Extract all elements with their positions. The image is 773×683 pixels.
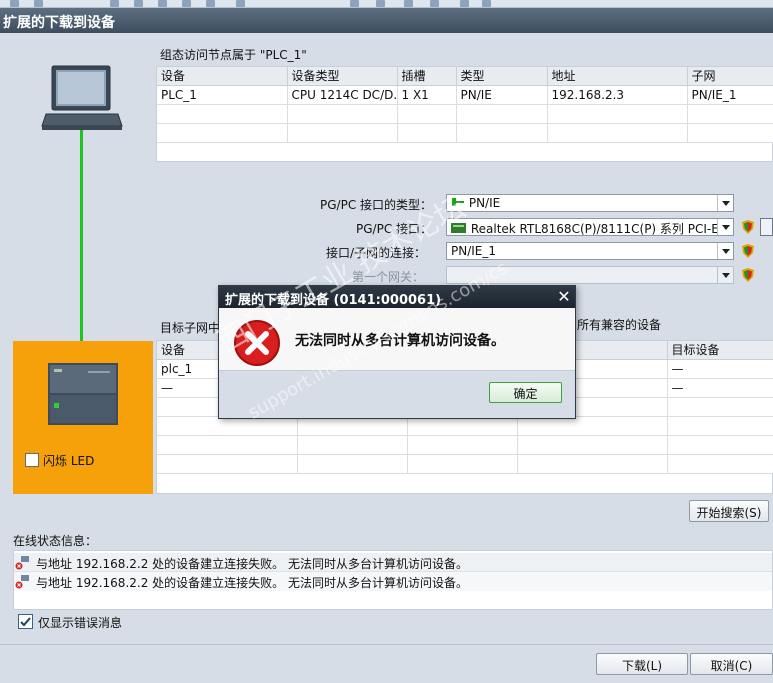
column-header[interactable]: 插槽 — [397, 67, 457, 86]
chevron-down-icon[interactable] — [717, 219, 733, 235]
table-header-row: 设备 设备类型 插槽 类型 地址 子网 — [157, 67, 773, 86]
toolbar-icon[interactable] — [34, 0, 43, 7]
error-dialog: 扩展的下载到设备 (0141:000061) ✕ 无法同时从多台计算机访问设备。… — [218, 285, 576, 419]
ok-button[interactable]: 确定 — [489, 382, 562, 403]
network-icon — [452, 198, 464, 206]
toolbar-icon[interactable] — [236, 0, 245, 7]
dialog-body: 无法同时从多台计算机访问设备。 — [219, 308, 575, 370]
error-icon — [234, 320, 280, 366]
compatible-devices-heading: 所有兼容的设备 — [577, 318, 662, 332]
pgpc-type-label: PG/PC 接口的类型： — [320, 198, 433, 212]
cancel-button[interactable]: 取消(C) — [690, 653, 773, 675]
toolbar-icon[interactable] — [134, 0, 143, 7]
flash-led-checkbox[interactable] — [25, 453, 39, 467]
flash-led-label: 闪烁 LED — [43, 454, 95, 468]
network-card-icon — [451, 223, 466, 233]
column-header[interactable]: 设备类型 — [287, 67, 398, 86]
table-cell: PLC_1 — [157, 85, 288, 105]
pgpc-interface-value: Realtek RTL8168C(P)/8111C(P) 系列 PCI-E 千.… — [470, 222, 734, 236]
table-cell: 192.168.2.3 — [547, 85, 688, 105]
toolbar-icon[interactable] — [350, 0, 359, 7]
toolbar-icon[interactable] — [10, 0, 19, 7]
table-cell: — — [667, 378, 773, 398]
only-errors-label: 仅显示错误消息 — [38, 616, 123, 630]
toolbar-icon[interactable] — [376, 0, 385, 7]
checkmark-icon — [20, 617, 31, 627]
table-cell: PN/IE — [456, 85, 548, 105]
column-header[interactable]: 目标设备 — [667, 341, 773, 360]
laptop-icon — [41, 65, 123, 130]
column-header[interactable]: 设备 — [157, 67, 288, 86]
toolbar-icon[interactable] — [182, 0, 191, 7]
pgpc-interface-select[interactable]: Realtek RTL8168C(P)/8111C(P) 系列 PCI-E 千.… — [446, 218, 734, 236]
subnet-connection-select[interactable]: PN/IE_1 — [446, 242, 734, 260]
shield-icon[interactable] — [740, 267, 756, 283]
column-header[interactable]: 地址 — [547, 67, 688, 86]
plc-icon — [48, 363, 118, 425]
target-device-panel: 闪烁 LED — [13, 341, 153, 494]
pgpc-type-select[interactable]: PN/IE — [446, 194, 734, 212]
list-item[interactable]: 与地址 192.168.2.2 处的设备建立连接失败。 无法同时从多台计算机访问… — [14, 553, 772, 572]
error-connection-icon — [15, 556, 29, 570]
toolbar-icon[interactable] — [404, 0, 413, 7]
table-cell: CPU 1214C DC/D... — [287, 85, 398, 105]
column-header[interactable]: 子网 — [687, 67, 773, 86]
pgpc-interface-label: PG/PC 接口： — [356, 222, 433, 236]
dialog-title: 扩展的下载到设备 (0141:000061) — [219, 286, 575, 308]
chevron-down-icon[interactable] — [717, 195, 733, 211]
table-row[interactable]: PLC_1 CPU 1214C DC/D... 1 X1 PN/IE 192.1… — [157, 85, 773, 105]
toolbar-icon[interactable] — [206, 0, 215, 7]
toolbar-strip — [0, 0, 773, 8]
toolbar-icon[interactable] — [460, 0, 469, 7]
close-icon[interactable]: ✕ — [555, 288, 573, 306]
config-table: 设备 设备类型 插槽 类型 地址 子网 PLC_1 CPU 1214C DC/D… — [157, 67, 773, 143]
window-title: 扩展的下载到设备 — [0, 8, 773, 33]
download-button[interactable]: 下载(L) — [596, 653, 688, 675]
only-errors-checkbox[interactable] — [18, 614, 33, 629]
table-cell: 1 X1 — [397, 85, 457, 105]
toolbar-icon[interactable] — [482, 0, 491, 7]
status-list: 与地址 192.168.2.2 处的设备建立连接失败。 无法同时从多台计算机访问… — [13, 550, 773, 610]
dialog-message: 无法同时从多台计算机访问设备。 — [295, 333, 505, 349]
pgpc-type-value: PN/IE — [468, 196, 501, 210]
status-heading: 在线状态信息： — [13, 534, 98, 548]
config-heading: 组态访问节点属于 "PLC_1" — [160, 48, 307, 62]
list-item[interactable]: 与地址 192.168.2.2 处的设备建立连接失败。 无法同时从多台计算机访问… — [14, 572, 772, 591]
divider — [0, 644, 773, 645]
shield-icon[interactable] — [740, 243, 756, 259]
table-cell: PN/IE_1 — [687, 85, 773, 105]
config-table-container: 设备 设备类型 插槽 类型 地址 子网 PLC_1 CPU 1214C DC/D… — [156, 66, 773, 162]
shield-icon[interactable] — [740, 219, 756, 235]
error-connection-icon — [15, 575, 29, 589]
subnet-connection-label: 接口/子网的连接： — [326, 246, 427, 260]
gateway-label: 第一个网关： — [352, 270, 425, 284]
toolbar-icon[interactable] — [110, 0, 119, 7]
gateway-select[interactable] — [446, 266, 734, 284]
target-subnet-heading: 目标子网中 — [160, 321, 221, 335]
toolbar-icon[interactable] — [158, 0, 167, 7]
status-message: 与地址 192.168.2.2 处的设备建立连接失败。 无法同时从多台计算机访问… — [36, 557, 468, 571]
properties-icon[interactable] — [760, 218, 773, 236]
chevron-down-icon[interactable] — [717, 243, 733, 259]
status-message: 与地址 192.168.2.2 处的设备建立连接失败。 无法同时从多台计算机访问… — [36, 576, 468, 590]
subnet-connection-value: PN/IE_1 — [451, 244, 497, 258]
start-search-button[interactable]: 开始搜索(S) — [689, 500, 769, 522]
chevron-down-icon[interactable] — [717, 267, 733, 283]
table-cell: — — [667, 359, 773, 379]
connection-line — [80, 130, 83, 342]
column-header[interactable]: 类型 — [456, 67, 548, 86]
dialog-footer: 确定 — [219, 370, 575, 418]
toolbar-icon[interactable] — [430, 0, 439, 7]
